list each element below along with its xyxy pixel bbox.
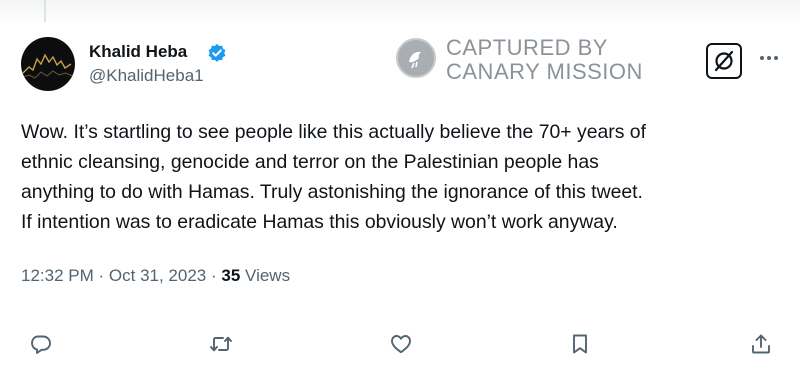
tweet-line: ethnic cleansing, genocide and terror on…	[21, 151, 599, 173]
watermark: CAPTURED BY CANARY MISSION	[396, 34, 666, 84]
verified-badge-icon	[208, 43, 226, 62]
top-fade	[0, 0, 800, 24]
reply-button[interactable]	[21, 324, 61, 364]
watermark-line-2: CANARY MISSION	[446, 59, 643, 84]
grok-button[interactable]	[706, 43, 742, 79]
tweet-date[interactable]: Oct 31, 2023	[109, 266, 206, 285]
share-button[interactable]	[741, 324, 781, 364]
author-handle[interactable]: @KhalidHeba1	[89, 66, 204, 86]
grok-icon	[714, 50, 734, 72]
watermark-line-1: CAPTURED BY	[446, 35, 608, 60]
action-bar	[0, 324, 800, 364]
bookmark-button[interactable]	[560, 324, 600, 364]
meta-separator: ·	[210, 266, 217, 285]
tweet-text: Wow. It’s startling to see people like t…	[21, 117, 791, 237]
like-button[interactable]	[381, 324, 421, 364]
share-icon	[752, 334, 770, 354]
repost-button[interactable]	[201, 324, 241, 364]
tweet-line: Wow. It’s startling to see people like t…	[21, 121, 646, 143]
repost-icon	[210, 336, 232, 352]
thread-line	[44, 0, 46, 22]
canary-seal-icon	[396, 38, 436, 78]
tweet-line: anything to do with Hamas. Truly astonis…	[21, 181, 643, 203]
views-count: 35	[221, 266, 241, 285]
reply-icon	[31, 335, 51, 354]
more-options-button[interactable]	[757, 48, 781, 68]
avatar[interactable]	[21, 37, 75, 91]
tweet-time[interactable]: 12:32 PM	[21, 266, 94, 285]
author-name[interactable]: Khalid Heba	[89, 42, 187, 62]
heart-icon	[391, 335, 411, 354]
tweet-line: If intention was to eradicate Hamas this…	[21, 211, 618, 233]
more-dots-icon	[760, 56, 778, 60]
meta-separator: ·	[98, 266, 105, 285]
views-label: Views	[245, 266, 291, 285]
tweet-meta: 12:32 PM · Oct 31, 2023 · 35 Views	[21, 266, 290, 286]
stock-chart-avatar-icon	[22, 53, 74, 79]
bookmark-icon	[573, 334, 587, 354]
